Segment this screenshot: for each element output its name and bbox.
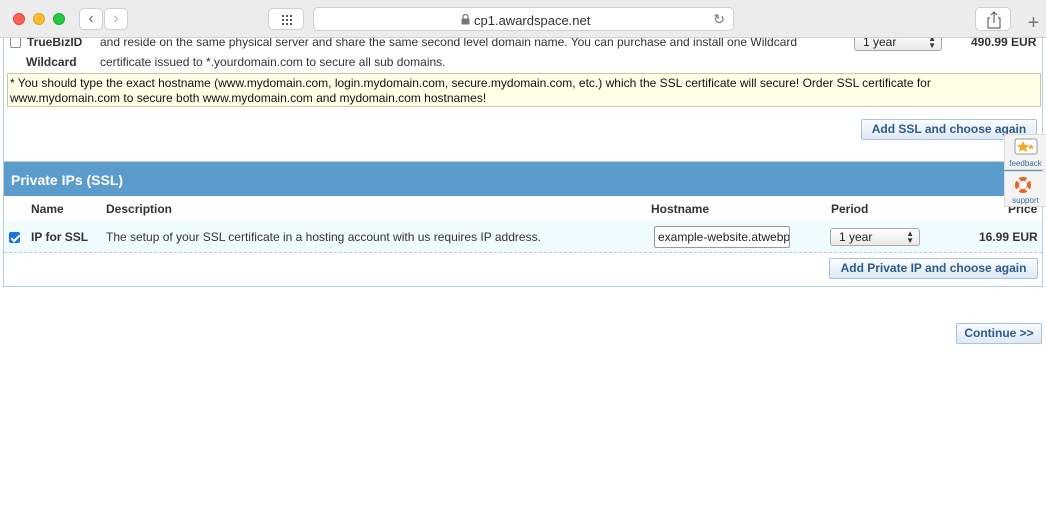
plus-icon: + [1027,12,1040,34]
share-button[interactable] [975,7,1011,31]
reload-icon[interactable]: ↻ [713,11,725,28]
forward-button[interactable]: › [104,8,128,30]
ip-period-select[interactable]: 1 year ▲ ▼ [830,228,920,246]
table-row: IP for SSL The setup of your SSL certifi… [4,221,1042,253]
star-icon [1014,138,1038,155]
support-label: support [1012,196,1039,205]
note-line2: www.mydomain.com to secure both www.mydo… [10,91,487,105]
add-private-ip-button[interactable]: Add Private IP and choose again [829,258,1038,279]
browser-toolbar: ‹ › cp1.awardspace.net ↻ + [0,0,1046,38]
lock-icon [461,14,470,25]
tab-overview-button[interactable] [268,8,304,30]
hostname-note: * You should type the exact hostname (ww… [7,73,1041,107]
select-arrows-icon: ▲ ▼ [928,38,936,50]
ip-period-value: 1 year [839,230,873,244]
product-period-select[interactable]: 1 year ▲ ▼ [854,38,942,51]
product-price: 490.99 EUR [971,38,1037,49]
product-checkbox[interactable] [10,38,21,48]
new-tab-button[interactable]: + [1021,10,1046,38]
private-ips-block: Private IPs (SSL) Name Description Hostn… [3,161,1043,287]
minimize-window-button[interactable] [33,13,45,25]
column-name-header: Name [31,202,64,216]
feedback-widget[interactable]: feedback [1004,134,1046,170]
hostname-input[interactable]: example-website.atwebpages.com [654,226,790,248]
column-period-header: Period [831,202,869,216]
private-ips-title: Private IPs (SSL) [4,162,1042,196]
note-line1: * You should type the exact hostname (ww… [10,76,931,90]
product-description-line1: and reside on the same physical server a… [100,38,798,49]
product-description-line2: certificate issued to *.yourdomain.com t… [100,55,446,69]
chevron-left-icon: ‹ [88,10,94,27]
column-description-header: Description [106,202,173,216]
close-window-button[interactable] [13,13,25,25]
product-name-line1: TrueBizID [27,38,83,49]
share-icon [987,11,1001,29]
address-url: cp1.awardspace.net [474,13,591,28]
ip-for-ssl-checkbox[interactable] [9,232,20,243]
ip-price: 16.99 EUR [979,230,1038,244]
page-content: TrueBizID Wildcard and reside on the sam… [0,38,1046,519]
ip-name: IP for SSL [31,230,89,244]
ip-description: The setup of your SSL certificate in a h… [106,230,541,244]
zoom-window-button[interactable] [53,13,65,25]
product-period-value: 1 year [863,38,897,49]
address-bar[interactable]: cp1.awardspace.net ↻ [313,7,734,31]
support-widget[interactable]: support [1004,171,1046,207]
ssl-product-row: TrueBizID Wildcard and reside on the sam… [4,38,1042,72]
chevron-right-icon: › [113,10,119,27]
continue-button[interactable]: Continue >> [956,323,1042,344]
back-button[interactable]: ‹ [79,8,103,30]
select-arrows-icon: ▲ ▼ [906,229,914,245]
column-hostname-header: Hostname [651,202,710,216]
lifebuoy-icon [1015,177,1031,193]
feedback-label: feedback [1009,159,1042,168]
product-name-line2: Wildcard [26,55,77,69]
